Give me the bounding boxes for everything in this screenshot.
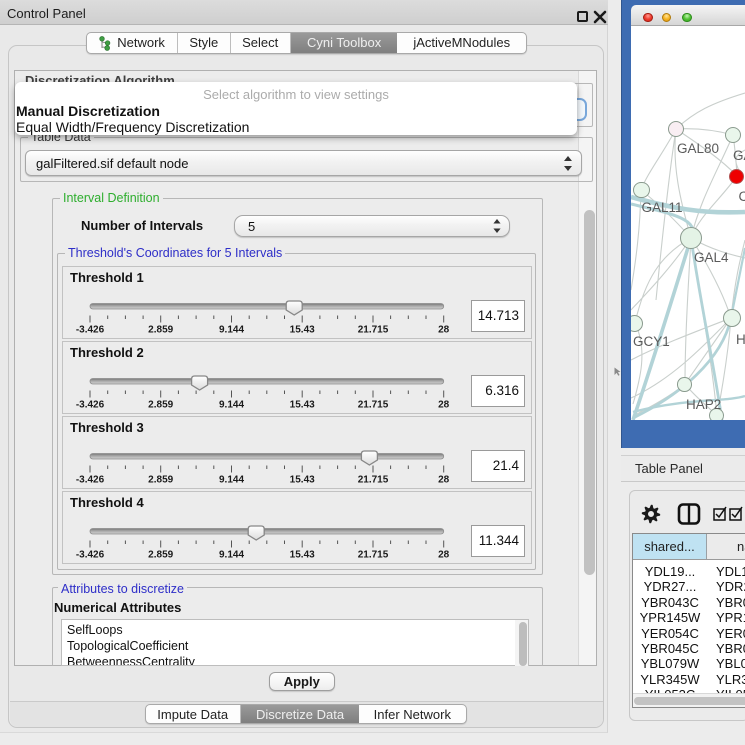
svg-text:2.859: 2.859 [148,400,173,411]
svg-text:-3.426: -3.426 [76,325,105,336]
svg-text:15.43: 15.43 [290,550,315,561]
svg-text:-3.426: -3.426 [76,400,105,411]
svg-text:15.43: 15.43 [290,325,315,336]
svg-text:-3.426: -3.426 [76,475,105,486]
svg-text:2.859: 2.859 [148,550,173,561]
svg-text:21.715: 21.715 [358,475,389,486]
svg-text:9.144: 9.144 [219,550,244,561]
svg-text:28: 28 [438,400,450,411]
svg-text:28: 28 [438,475,450,486]
svg-text:21.715: 21.715 [358,550,389,561]
svg-text:21.715: 21.715 [358,325,389,336]
svg-text:2.859: 2.859 [148,325,173,336]
svg-text:15.43: 15.43 [290,400,315,411]
svg-text:-3.426: -3.426 [76,550,105,561]
svg-text:28: 28 [438,325,450,336]
svg-text:9.144: 9.144 [219,325,244,336]
svg-text:9.144: 9.144 [219,400,244,411]
svg-text:21.715: 21.715 [358,400,389,411]
svg-text:2.859: 2.859 [148,475,173,486]
svg-text:15.43: 15.43 [290,475,315,486]
svg-text:28: 28 [438,550,450,561]
svg-text:9.144: 9.144 [219,475,244,486]
